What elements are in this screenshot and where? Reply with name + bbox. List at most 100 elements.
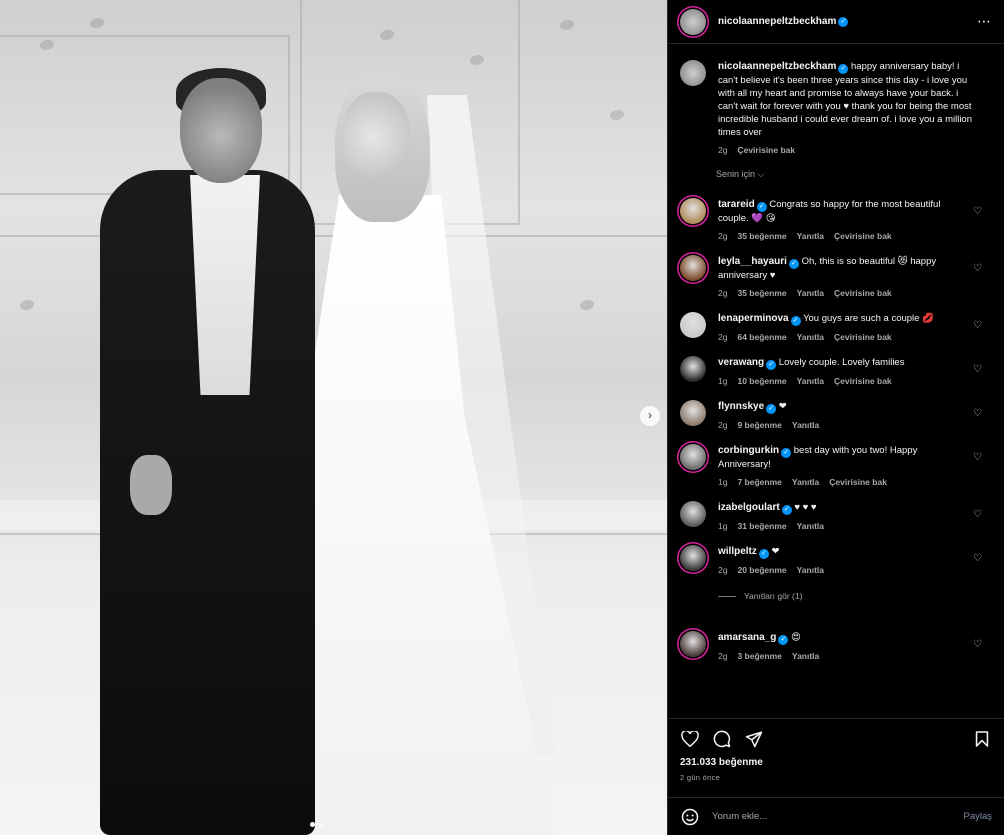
comment-text: corbingurkin ✓ best day with you two! Hap… [718, 444, 972, 471]
reply-button[interactable]: Yanıtla [797, 565, 824, 575]
translate-link[interactable]: Çevirisine bak [834, 332, 892, 342]
verified-badge-icon: ✓ [838, 16, 849, 27]
post-comment-button[interactable]: Paylaş [963, 811, 992, 822]
comment-like-count[interactable]: 20 beğenme [737, 565, 786, 575]
verified-badge-icon: ✓ [781, 505, 792, 515]
comment-item: izabelgoulart ✓ ♥ ♥ ♥ 1g 31 beğenme Yanıtla ♡ [668, 501, 1004, 531]
comment-like-count[interactable]: 35 beğenme [737, 231, 786, 241]
emoji-icon[interactable] [680, 807, 700, 827]
reply-button[interactable]: Yanıtla [797, 288, 824, 298]
comment-like-count[interactable]: 64 beğenme [737, 332, 786, 342]
translate-link[interactable]: Çevirisine bak [834, 288, 892, 298]
comment-body: willpeltz ✓ ❤ 2g 20 beğenme Yanıtla [718, 545, 992, 575]
comment-like-heart-icon[interactable]: ♡ [973, 452, 982, 463]
comment-text: willpeltz ✓ ❤ [718, 545, 972, 559]
commenter-avatar[interactable] [680, 501, 706, 527]
caption-username[interactable]: nicolaannepeltzbeckham [718, 61, 836, 72]
commenter-username[interactable]: amarsana_g [718, 632, 776, 643]
comment-time: 2g [718, 420, 728, 430]
comment-body: leyla__hayauri ✓ Oh, this is so beautiful… [718, 255, 992, 298]
carousel-dot [319, 822, 324, 827]
reply-button[interactable]: Yanıtla [797, 376, 824, 386]
share-paper-plane-icon[interactable] [744, 729, 764, 749]
comment-like-heart-icon[interactable]: ♡ [973, 639, 982, 650]
commenter-username[interactable]: corbingurkin [718, 445, 779, 456]
comment-like-count[interactable]: 9 beğenme [737, 420, 781, 430]
comment-like-count[interactable]: 7 beğenme [737, 477, 781, 487]
comment-meta: 2g 3 beğenme Yanıtla [718, 651, 972, 661]
comment-like-heart-icon[interactable]: ♡ [973, 364, 982, 375]
comment-body: lenaperminova ✓ You guys are such a coupl… [718, 312, 992, 342]
author-avatar[interactable] [680, 60, 706, 86]
like-count[interactable]: 231.033 beğenme [668, 749, 1004, 768]
view-replies-label: Yanıtları gör (1) [744, 591, 803, 601]
comment-content: You guys are such a couple 💋 [803, 313, 934, 324]
commenter-username[interactable]: verawang [718, 357, 764, 368]
commenter-avatar[interactable] [680, 312, 706, 338]
reply-button[interactable]: Yanıtla [792, 651, 819, 661]
commenter-avatar[interactable] [680, 198, 706, 224]
translate-link[interactable]: Çevirisine bak [829, 477, 887, 487]
post-photo[interactable]: › [0, 0, 667, 835]
verified-badge-icon: ✓ [778, 635, 789, 645]
carousel-next-button[interactable]: › [640, 406, 660, 426]
comment-like-count[interactable]: 3 beğenme [737, 651, 781, 661]
reply-button[interactable]: Yanıtla [792, 420, 819, 430]
commenter-avatar[interactable] [680, 356, 706, 382]
commenter-username[interactable]: willpeltz [718, 546, 757, 557]
view-replies-link[interactable]: Yanıtları gör (1) [718, 591, 1004, 601]
reply-button[interactable]: Yanıtla [797, 231, 824, 241]
comment-like-heart-icon[interactable]: ♡ [973, 509, 982, 520]
comment-item: verawang ✓ Lovely couple. Lovely families… [668, 356, 1004, 386]
comment-text: flynnskye ✓ ❤ [718, 400, 972, 414]
author-username[interactable]: nicolaannepeltzbeckham [718, 16, 836, 27]
comment-time: 1g [718, 376, 728, 386]
comment-sort-dropdown[interactable]: Senin için ⌵ [716, 169, 1004, 180]
commenter-username[interactable]: lenaperminova [718, 313, 789, 324]
post-timestamp[interactable]: 2 gün önce [668, 768, 1004, 782]
comment-like-heart-icon[interactable]: ♡ [973, 320, 982, 331]
verified-badge-icon: ✓ [788, 259, 799, 269]
verified-badge-icon: ✓ [758, 549, 769, 559]
commenter-avatar[interactable] [680, 545, 706, 571]
save-bookmark-icon[interactable] [972, 729, 992, 749]
comments-scroll-area[interactable]: nicolaannepeltzbeckham ✓ happy anniversar… [668, 44, 1004, 716]
like-heart-icon[interactable] [680, 729, 700, 749]
commenter-avatar[interactable] [680, 400, 706, 426]
commenter-username[interactable]: leyla__hayauri [718, 256, 787, 267]
caption-translate-link[interactable]: Çevirisine bak [737, 145, 795, 155]
comment-like-heart-icon[interactable]: ♡ [973, 206, 982, 217]
commenter-avatar[interactable] [680, 255, 706, 281]
groom-face [180, 78, 262, 183]
commenter-username[interactable]: flynnskye [718, 401, 764, 412]
translate-link[interactable]: Çevirisine bak [834, 376, 892, 386]
comment-list: tarareid ✓ Congrats so happy for the most… [668, 198, 1004, 661]
comment-like-heart-icon[interactable]: ♡ [973, 263, 982, 274]
replies-divider [718, 595, 736, 597]
comment-item: corbingurkin ✓ best day with you two! Hap… [668, 444, 1004, 487]
comment-like-count[interactable]: 31 beğenme [737, 521, 786, 531]
comment-bubble-icon[interactable] [712, 729, 732, 749]
comment-input[interactable]: Yorum ekle... [712, 811, 963, 822]
author-avatar[interactable] [680, 8, 706, 35]
comment-like-heart-icon[interactable]: ♡ [973, 408, 982, 419]
verified-badge-icon: ✓ [790, 316, 801, 326]
comment-content: ♥ ♥ ♥ [794, 502, 817, 513]
comment-meta: 2g 35 beğenme Yanıtla Çevirisine bak [718, 288, 972, 298]
comment-like-count[interactable]: 10 beğenme [737, 376, 786, 386]
reply-button[interactable]: Yanıtla [797, 332, 824, 342]
commenter-username[interactable]: tarareid [718, 199, 755, 210]
commenter-avatar[interactable] [680, 631, 706, 657]
more-options-icon[interactable]: ⋯ [977, 13, 992, 30]
comment-like-heart-icon[interactable]: ♡ [973, 553, 982, 564]
comment-time: 1g [718, 521, 728, 531]
comment-like-count[interactable]: 35 beğenme [737, 288, 786, 298]
comment-item: amarsana_g ✓ 😍 2g 3 beğenme Yanıtla ♡ [668, 631, 1004, 661]
add-comment-bar: Yorum ekle... Paylaş [668, 797, 1004, 835]
translate-link[interactable]: Çevirisine bak [834, 231, 892, 241]
commenter-username[interactable]: izabelgoulart [718, 502, 780, 513]
reply-button[interactable]: Yanıtla [797, 521, 824, 531]
reply-button[interactable]: Yanıtla [792, 477, 819, 487]
comment-body: corbingurkin ✓ best day with you two! Hap… [718, 444, 992, 487]
commenter-avatar[interactable] [680, 444, 706, 470]
